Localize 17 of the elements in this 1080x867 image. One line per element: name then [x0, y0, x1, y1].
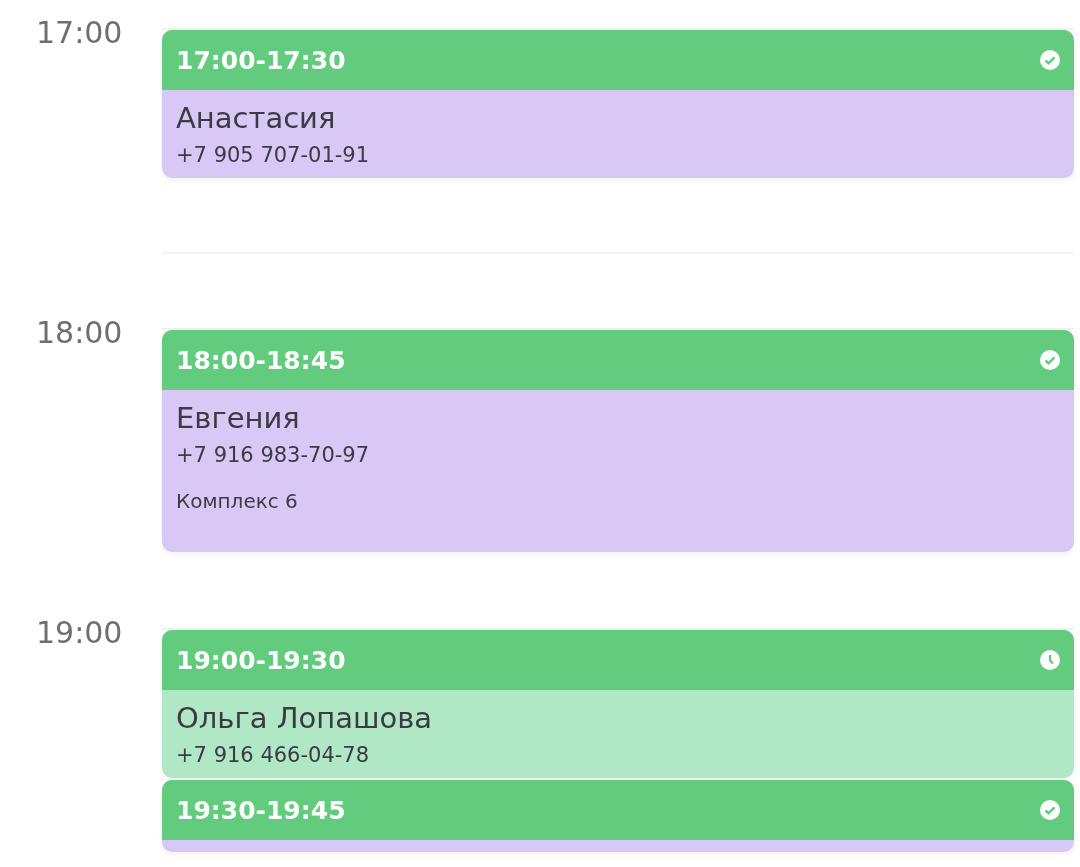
client-phone: +7 916 466-04-78 [176, 742, 370, 768]
appointment-note: Комплекс 6 [176, 488, 298, 514]
hour-label: 18:00 [35, 318, 123, 348]
appointment-time: 19:00-19:30 [176, 645, 346, 675]
client-phone: +7 916 983-70-97 [176, 442, 370, 468]
appointment-time: 18:00-18:45 [176, 345, 346, 375]
appointment-card[interactable]: 17:00-17:30 Анастасия +7 905 707-01-91 [162, 30, 1074, 178]
appointment-card[interactable]: 18:00-18:45 Евгения +7 916 983-70-97 Комплекс 6 [162, 330, 1074, 552]
client-name: Евгения [176, 400, 300, 436]
appointment-time: 17:00-17:30 [176, 45, 346, 75]
hour-label: 19:00 [35, 618, 123, 648]
appointment-card[interactable]: 19:00-19:30 Ольга Лопашова +7 916 466-04-78 [162, 630, 1074, 778]
client-name: Ольга Лопашова [176, 700, 433, 736]
hour-label: 17:00 [35, 18, 123, 48]
appointment-time: 19:30-19:45 [176, 795, 346, 825]
client-name: Анастасия [176, 100, 336, 136]
client-phone: +7 905 707-01-91 [176, 142, 370, 168]
